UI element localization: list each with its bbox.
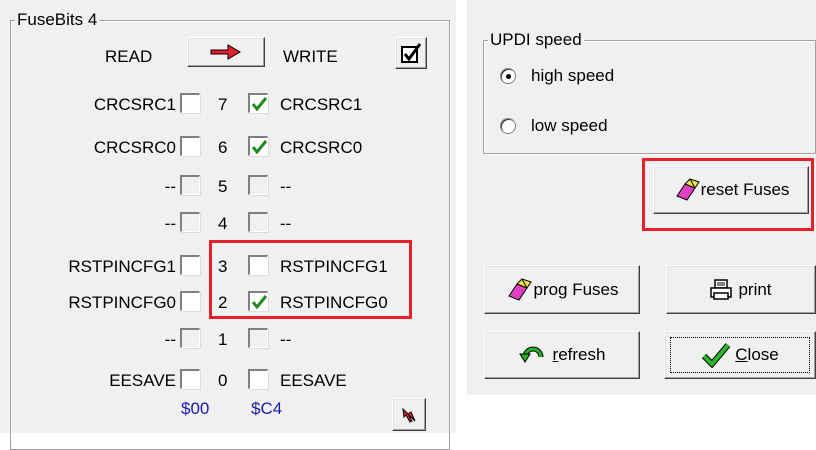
high-speed-radio[interactable] [500, 68, 516, 84]
eraser-icon [675, 178, 700, 201]
fuse-read-label: -- [164, 177, 176, 196]
fusebits-title: FuseBits 4 [17, 10, 98, 29]
green-checkmark-icon [702, 343, 731, 368]
fuse-bit-number: 4 [218, 214, 228, 233]
copy-read-to-write-button[interactable] [187, 37, 265, 67]
red-cursor-arrow-icon [402, 407, 416, 423]
fuse-read-label: CRCSRC1 [93, 95, 176, 114]
reset-fuses-button[interactable]: reset Fuses [653, 166, 809, 214]
fuse-write-checkbox[interactable] [248, 93, 268, 113]
fuse-read-label: CRCSRC0 [93, 138, 176, 157]
fuse-write-label: RSTPINCFG1 [280, 257, 388, 276]
fuse-read-checkbox[interactable] [180, 212, 200, 232]
print-button[interactable]: print [666, 265, 816, 314]
fuse-bit-number: 5 [218, 177, 228, 196]
prog-fuses-button[interactable]: prog Fuses [484, 265, 640, 314]
fuse-write-checkbox[interactable] [248, 255, 268, 275]
fuse-write-label: CRCSRC0 [280, 138, 363, 157]
fuse-read-label: RSTPINCFG1 [68, 257, 176, 276]
red-right-arrow-icon [210, 44, 241, 60]
fuse-write-label: -- [280, 177, 292, 196]
fuse-write-checkbox[interactable] [248, 136, 268, 156]
fuse-read-checkbox[interactable] [180, 369, 200, 389]
fuse-read-label: EESAVE [109, 371, 176, 390]
high-speed-label[interactable]: high speed [531, 65, 614, 87]
low-speed-radio[interactable] [500, 118, 516, 134]
updi-speed-title: UPDI speed [490, 30, 582, 49]
fuse-bit-number: 7 [218, 95, 228, 114]
fuse-write-checkbox[interactable] [248, 175, 268, 195]
fuse-read-checkbox[interactable] [180, 328, 200, 348]
fuse-write-label: EESAVE [280, 371, 347, 390]
write-value: $C4 [251, 399, 283, 418]
fuse-write-checkbox[interactable] [248, 291, 268, 311]
printer-icon [710, 278, 733, 300]
fuse-write-label: CRCSRC1 [280, 95, 363, 114]
fuse-read-label: RSTPINCFG0 [68, 293, 176, 312]
checkmark-box-icon [401, 43, 422, 63]
fuse-write-checkbox[interactable] [248, 212, 268, 232]
read-label: READ [105, 47, 153, 66]
checkmark-icon [251, 295, 268, 310]
green-refresh-arrow-icon [518, 346, 544, 363]
fuse-read-label: -- [164, 330, 176, 349]
fuse-bit-number: 0 [218, 371, 228, 390]
eraser-icon [508, 277, 533, 301]
close-button[interactable]: Close [664, 331, 816, 379]
checkmark-icon [251, 140, 268, 155]
fuse-bit-number: 3 [218, 257, 228, 276]
fuse-bit-number: 1 [218, 330, 228, 349]
low-speed-label[interactable]: low speed [531, 115, 608, 137]
checkmark-icon [251, 97, 268, 112]
refresh-button[interactable]: refresh [484, 331, 640, 379]
fuse-read-label: -- [164, 214, 176, 233]
fuse-write-label: -- [280, 330, 292, 349]
fuse-write-checkbox[interactable] [248, 369, 268, 389]
fuse-write-label: -- [280, 214, 292, 233]
fuse-bit-number: 6 [218, 138, 228, 157]
fuse-bit-number: 2 [218, 293, 228, 312]
fuse-read-checkbox[interactable] [180, 291, 200, 311]
fuse-read-checkbox[interactable] [180, 93, 200, 113]
pointer-button[interactable] [392, 398, 426, 431]
fuse-read-checkbox[interactable] [180, 136, 200, 156]
fuse-write-label: RSTPINCFG0 [280, 293, 388, 312]
write-label: WRITE [283, 47, 338, 66]
fuse-read-checkbox[interactable] [180, 255, 200, 275]
select-all-button[interactable] [395, 37, 427, 69]
read-value: $00 [181, 399, 210, 418]
fuse-read-checkbox[interactable] [180, 175, 200, 195]
fuse-write-checkbox[interactable] [248, 328, 268, 348]
